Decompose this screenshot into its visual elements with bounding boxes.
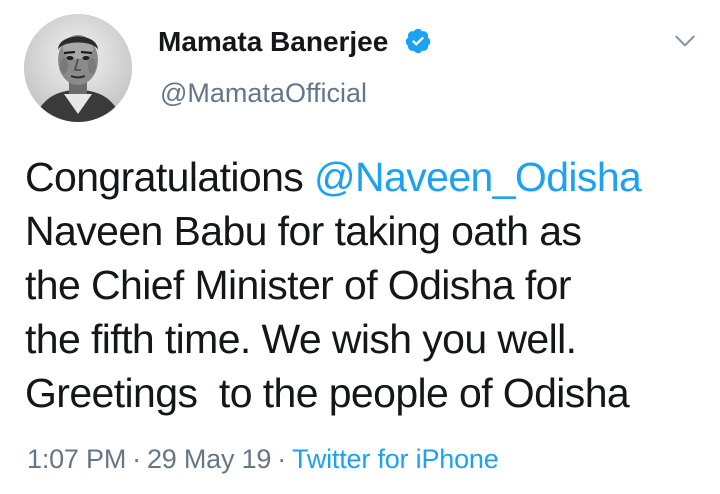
tweet-line-4: the fifth time. We wish you well. [25,316,577,362]
tweet-date[interactable]: 29 May 19 [147,444,271,474]
display-name[interactable]: Mamata Banerjee [158,26,432,58]
tweet-line-2: Naveen Babu for taking oath as [25,208,582,254]
avatar[interactable] [24,14,132,122]
tweet-time[interactable]: 1:07 PM [27,444,126,474]
meta-separator: · [277,444,287,474]
display-name-text[interactable]: Mamata Banerjee [158,26,388,57]
tweet-line-5: Greetings to the people of Odisha [25,370,630,416]
mention-link[interactable]: @Naveen_Odisha [314,154,642,200]
tweet-text: Congratulations @Naveen_Odisha Naveen Ba… [25,150,715,420]
tweet-line-3: the Chief Minister of Odisha for [25,262,572,308]
tweet-text-segment: Congratulations [25,154,314,200]
user-handle[interactable]: @MamataOfficial [160,78,367,109]
chevron-down-icon[interactable] [672,28,698,54]
tweet-meta: 1:07 PM · 29 May 19 · Twitter for iPhone [27,444,499,475]
tweet-line-1: Congratulations @Naveen_Odisha [25,150,715,204]
avatar-portrait-image [24,14,132,122]
verified-badge-icon [405,28,431,54]
tweet-source-link[interactable]: Twitter for iPhone [292,444,499,474]
meta-separator: · [132,444,141,474]
tweet-card: Mamata Banerjee @MamataOfficial Congratu… [0,0,720,494]
